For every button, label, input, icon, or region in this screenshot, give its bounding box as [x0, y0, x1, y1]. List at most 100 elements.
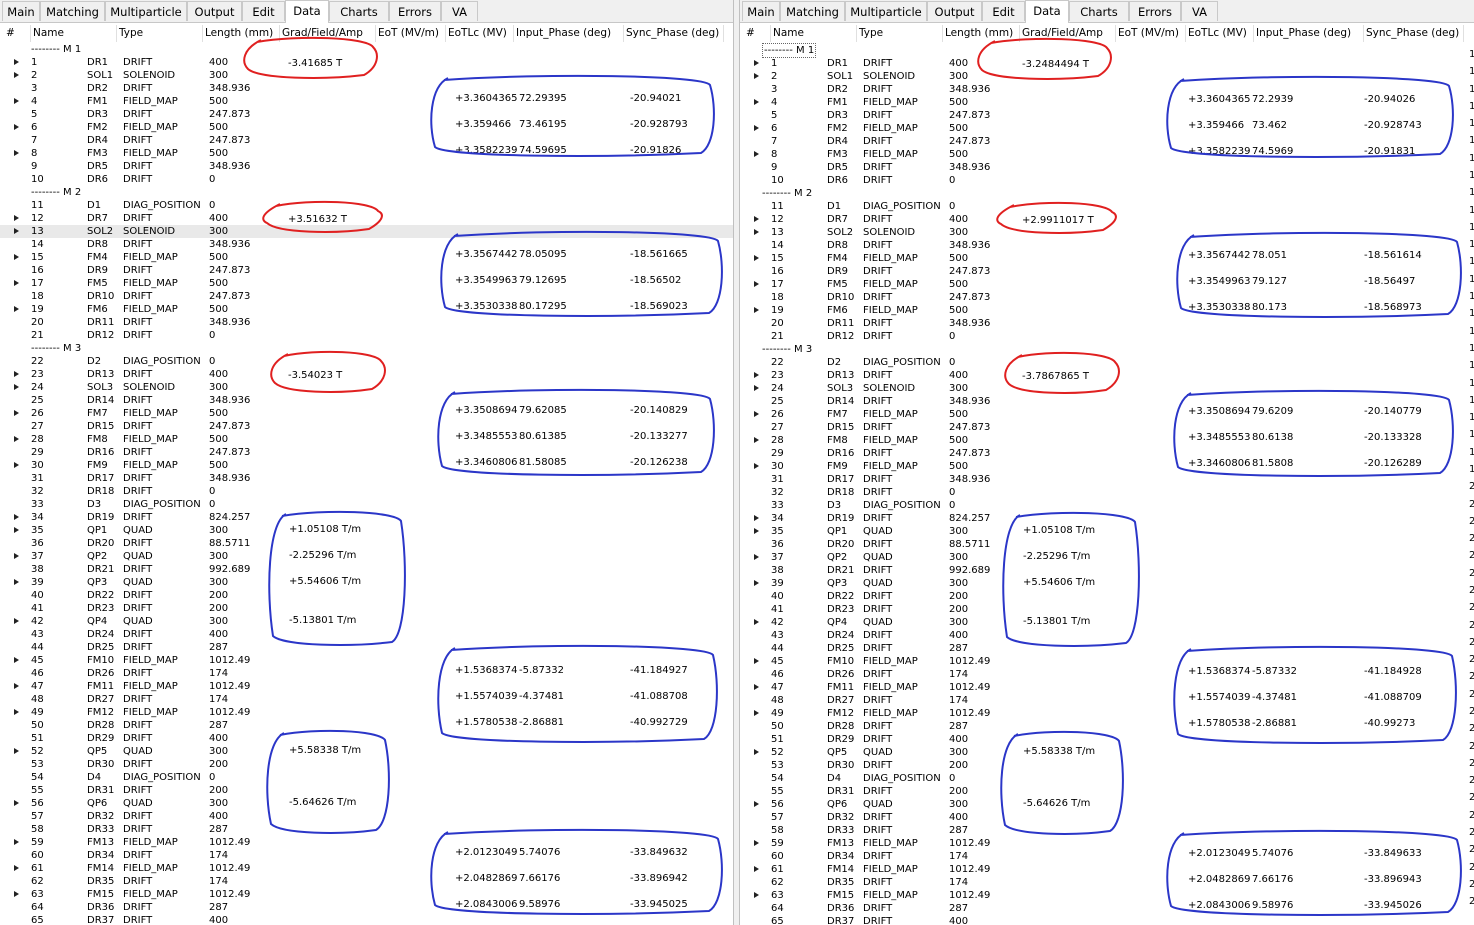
expand-arrow-icon[interactable]	[754, 710, 759, 716]
table-row[interactable]: 52 QP5 QUAD 300	[740, 746, 1474, 759]
table-row[interactable]: 65 DR37 DRIFT 400	[0, 914, 733, 925]
expand-arrow-icon[interactable]	[14, 748, 19, 754]
tab-matching[interactable]: Matching	[780, 1, 845, 21]
table-row[interactable]: 41 DR23 DRIFT 200	[0, 602, 733, 615]
group-header-row[interactable]: -------- M 2	[0, 186, 733, 199]
table-row[interactable]: 24 SOL3 SOLENOID 300	[740, 382, 1474, 395]
table-row[interactable]: 65 DR37 DRIFT 400	[740, 915, 1474, 925]
table-row[interactable]: 56 QP6 QUAD 300	[740, 798, 1474, 811]
expand-arrow-icon[interactable]	[14, 891, 19, 897]
table-row[interactable]: 18 DR10 DRIFT 247.873	[0, 290, 733, 303]
table-row[interactable]: 47 FM11 FIELD_MAP 1012.49	[0, 680, 733, 693]
column-header-8[interactable]: Sync_Phase (deg)	[1364, 25, 1464, 42]
expand-arrow-icon[interactable]	[14, 514, 19, 520]
expand-arrow-icon[interactable]	[754, 229, 759, 235]
table-row[interactable]: 21 DR12 DRIFT 0	[0, 329, 733, 342]
expand-arrow-icon[interactable]	[754, 151, 759, 157]
expand-arrow-icon[interactable]	[754, 580, 759, 586]
table-row[interactable]: 42 QP4 QUAD 300	[0, 615, 733, 628]
column-header-4[interactable]: Grad/Field/Amp	[280, 25, 376, 42]
table-row[interactable]: 2 SOL1 SOLENOID 300	[740, 70, 1474, 83]
table-row[interactable]: 16 DR9 DRIFT 247.873	[0, 264, 733, 277]
expand-arrow-icon[interactable]	[754, 255, 759, 261]
expand-arrow-icon[interactable]	[14, 657, 19, 663]
tab-output[interactable]: Output	[187, 1, 242, 21]
table-row[interactable]: 22 D2 DIAG_POSITION 0	[0, 355, 733, 368]
group-header-row[interactable]: -------- M 2	[740, 187, 1474, 200]
table-row[interactable]: 35 QP1 QUAD 300	[0, 524, 733, 537]
tab-va[interactable]: VA	[1181, 1, 1218, 21]
table-row[interactable]: 59 FM13 FIELD_MAP 1012.49	[0, 836, 733, 849]
table-row[interactable]: 26 FM7 FIELD_MAP 500	[0, 407, 733, 420]
table-row[interactable]: 22 D2 DIAG_POSITION 0	[740, 356, 1474, 369]
tab-matching[interactable]: Matching	[40, 1, 105, 21]
tab-charts[interactable]: Charts	[329, 1, 389, 21]
table-row[interactable]: 21 DR12 DRIFT 0	[740, 330, 1474, 343]
table-row[interactable]: 48 DR27 DRIFT 174	[0, 693, 733, 706]
expand-arrow-icon[interactable]	[754, 658, 759, 664]
column-header-5[interactable]: EoT (MV/m)	[376, 25, 446, 42]
table-row[interactable]: 13 SOL2 SOLENOID 300	[740, 226, 1474, 239]
table-row[interactable]: 63 FM15 FIELD_MAP 1012.49	[0, 888, 733, 901]
table-row[interactable]: 38 DR21 DRIFT 992.689	[0, 563, 733, 576]
table-row[interactable]: 40 DR22 DRIFT 200	[0, 589, 733, 602]
tab-charts[interactable]: Charts	[1069, 1, 1129, 21]
expand-arrow-icon[interactable]	[14, 618, 19, 624]
column-header-3[interactable]: Length (mm)	[203, 25, 280, 42]
table-row[interactable]: 33 D3 DIAG_POSITION 0	[740, 499, 1474, 512]
expand-arrow-icon[interactable]	[754, 99, 759, 105]
column-header-2[interactable]: Type	[857, 25, 943, 42]
tab-data[interactable]: Data	[1025, 0, 1069, 23]
table-row[interactable]: 54 D4 DIAG_POSITION 0	[0, 771, 733, 784]
column-header-0[interactable]: #	[744, 25, 771, 42]
table-row[interactable]: 34 DR19 DRIFT 824.257	[740, 512, 1474, 525]
expand-arrow-icon[interactable]	[754, 463, 759, 469]
table-row[interactable]: 35 QP1 QUAD 300	[740, 525, 1474, 538]
table-row[interactable]: 58 DR33 DRIFT 287	[0, 823, 733, 836]
expand-arrow-icon[interactable]	[14, 865, 19, 871]
table-row[interactable]: 45 FM10 FIELD_MAP 1012.49	[0, 654, 733, 667]
table-row[interactable]: 23 DR13 DRIFT 400	[740, 369, 1474, 382]
table-row[interactable]: 9 DR5 DRIFT 348.936	[740, 161, 1474, 174]
table-row[interactable]: 57 DR32 DRIFT 400	[0, 810, 733, 823]
tab-main[interactable]: Main	[742, 1, 780, 21]
column-header-3[interactable]: Length (mm)	[943, 25, 1020, 42]
tab-errors[interactable]: Errors	[389, 1, 441, 21]
tab-output[interactable]: Output	[927, 1, 982, 21]
expand-arrow-icon[interactable]	[754, 411, 759, 417]
expand-arrow-icon[interactable]	[14, 59, 19, 65]
table-row[interactable]: 43 DR24 DRIFT 400	[0, 628, 733, 641]
column-header-1[interactable]: Name	[31, 25, 117, 42]
table-row[interactable]: 12 DR7 DRIFT 400	[740, 213, 1474, 226]
expand-arrow-icon[interactable]	[14, 462, 19, 468]
expand-arrow-icon[interactable]	[14, 839, 19, 845]
table-row[interactable]: 7 DR4 DRIFT 247.873	[0, 134, 733, 147]
expand-arrow-icon[interactable]	[754, 801, 759, 807]
tab-data[interactable]: Data	[285, 0, 329, 23]
table-row[interactable]: 3 DR2 DRIFT 348.936	[0, 82, 733, 95]
expand-arrow-icon[interactable]	[14, 371, 19, 377]
table-row[interactable]: 54 D4 DIAG_POSITION 0	[740, 772, 1474, 785]
table-row[interactable]: 20 DR11 DRIFT 348.936	[0, 316, 733, 329]
expand-arrow-icon[interactable]	[14, 410, 19, 416]
table-row[interactable]: 6 FM2 FIELD_MAP 500	[0, 121, 733, 134]
table-row[interactable]: 2 SOL1 SOLENOID 300	[0, 69, 733, 82]
column-header-7[interactable]: Input_Phase (deg)	[514, 25, 624, 42]
expand-arrow-icon[interactable]	[14, 709, 19, 715]
table-row[interactable]: 23 DR13 DRIFT 400	[0, 368, 733, 381]
column-header-6[interactable]: EoTLc (MV)	[1186, 25, 1254, 42]
table-row[interactable]: 43 DR24 DRIFT 400	[740, 629, 1474, 642]
table-row[interactable]: 14 DR8 DRIFT 348.936	[0, 238, 733, 251]
column-header-0[interactable]: #	[4, 25, 31, 42]
table-row[interactable]: 57 DR32 DRIFT 400	[740, 811, 1474, 824]
group-header-row[interactable]: -------- M 1	[740, 43, 1474, 58]
expand-arrow-icon[interactable]	[754, 515, 759, 521]
expand-arrow-icon[interactable]	[14, 228, 19, 234]
table-row[interactable]: 60 DR34 DRIFT 174	[0, 849, 733, 862]
expand-arrow-icon[interactable]	[14, 553, 19, 559]
table-row[interactable]: 15 FM4 FIELD_MAP 500	[0, 251, 733, 264]
tab-va[interactable]: VA	[441, 1, 478, 21]
table-row[interactable]: 19 FM6 FIELD_MAP 500	[0, 303, 733, 316]
table-row[interactable]: 31 DR17 DRIFT 348.936	[740, 473, 1474, 486]
table-row[interactable]: 20 DR11 DRIFT 348.936	[740, 317, 1474, 330]
